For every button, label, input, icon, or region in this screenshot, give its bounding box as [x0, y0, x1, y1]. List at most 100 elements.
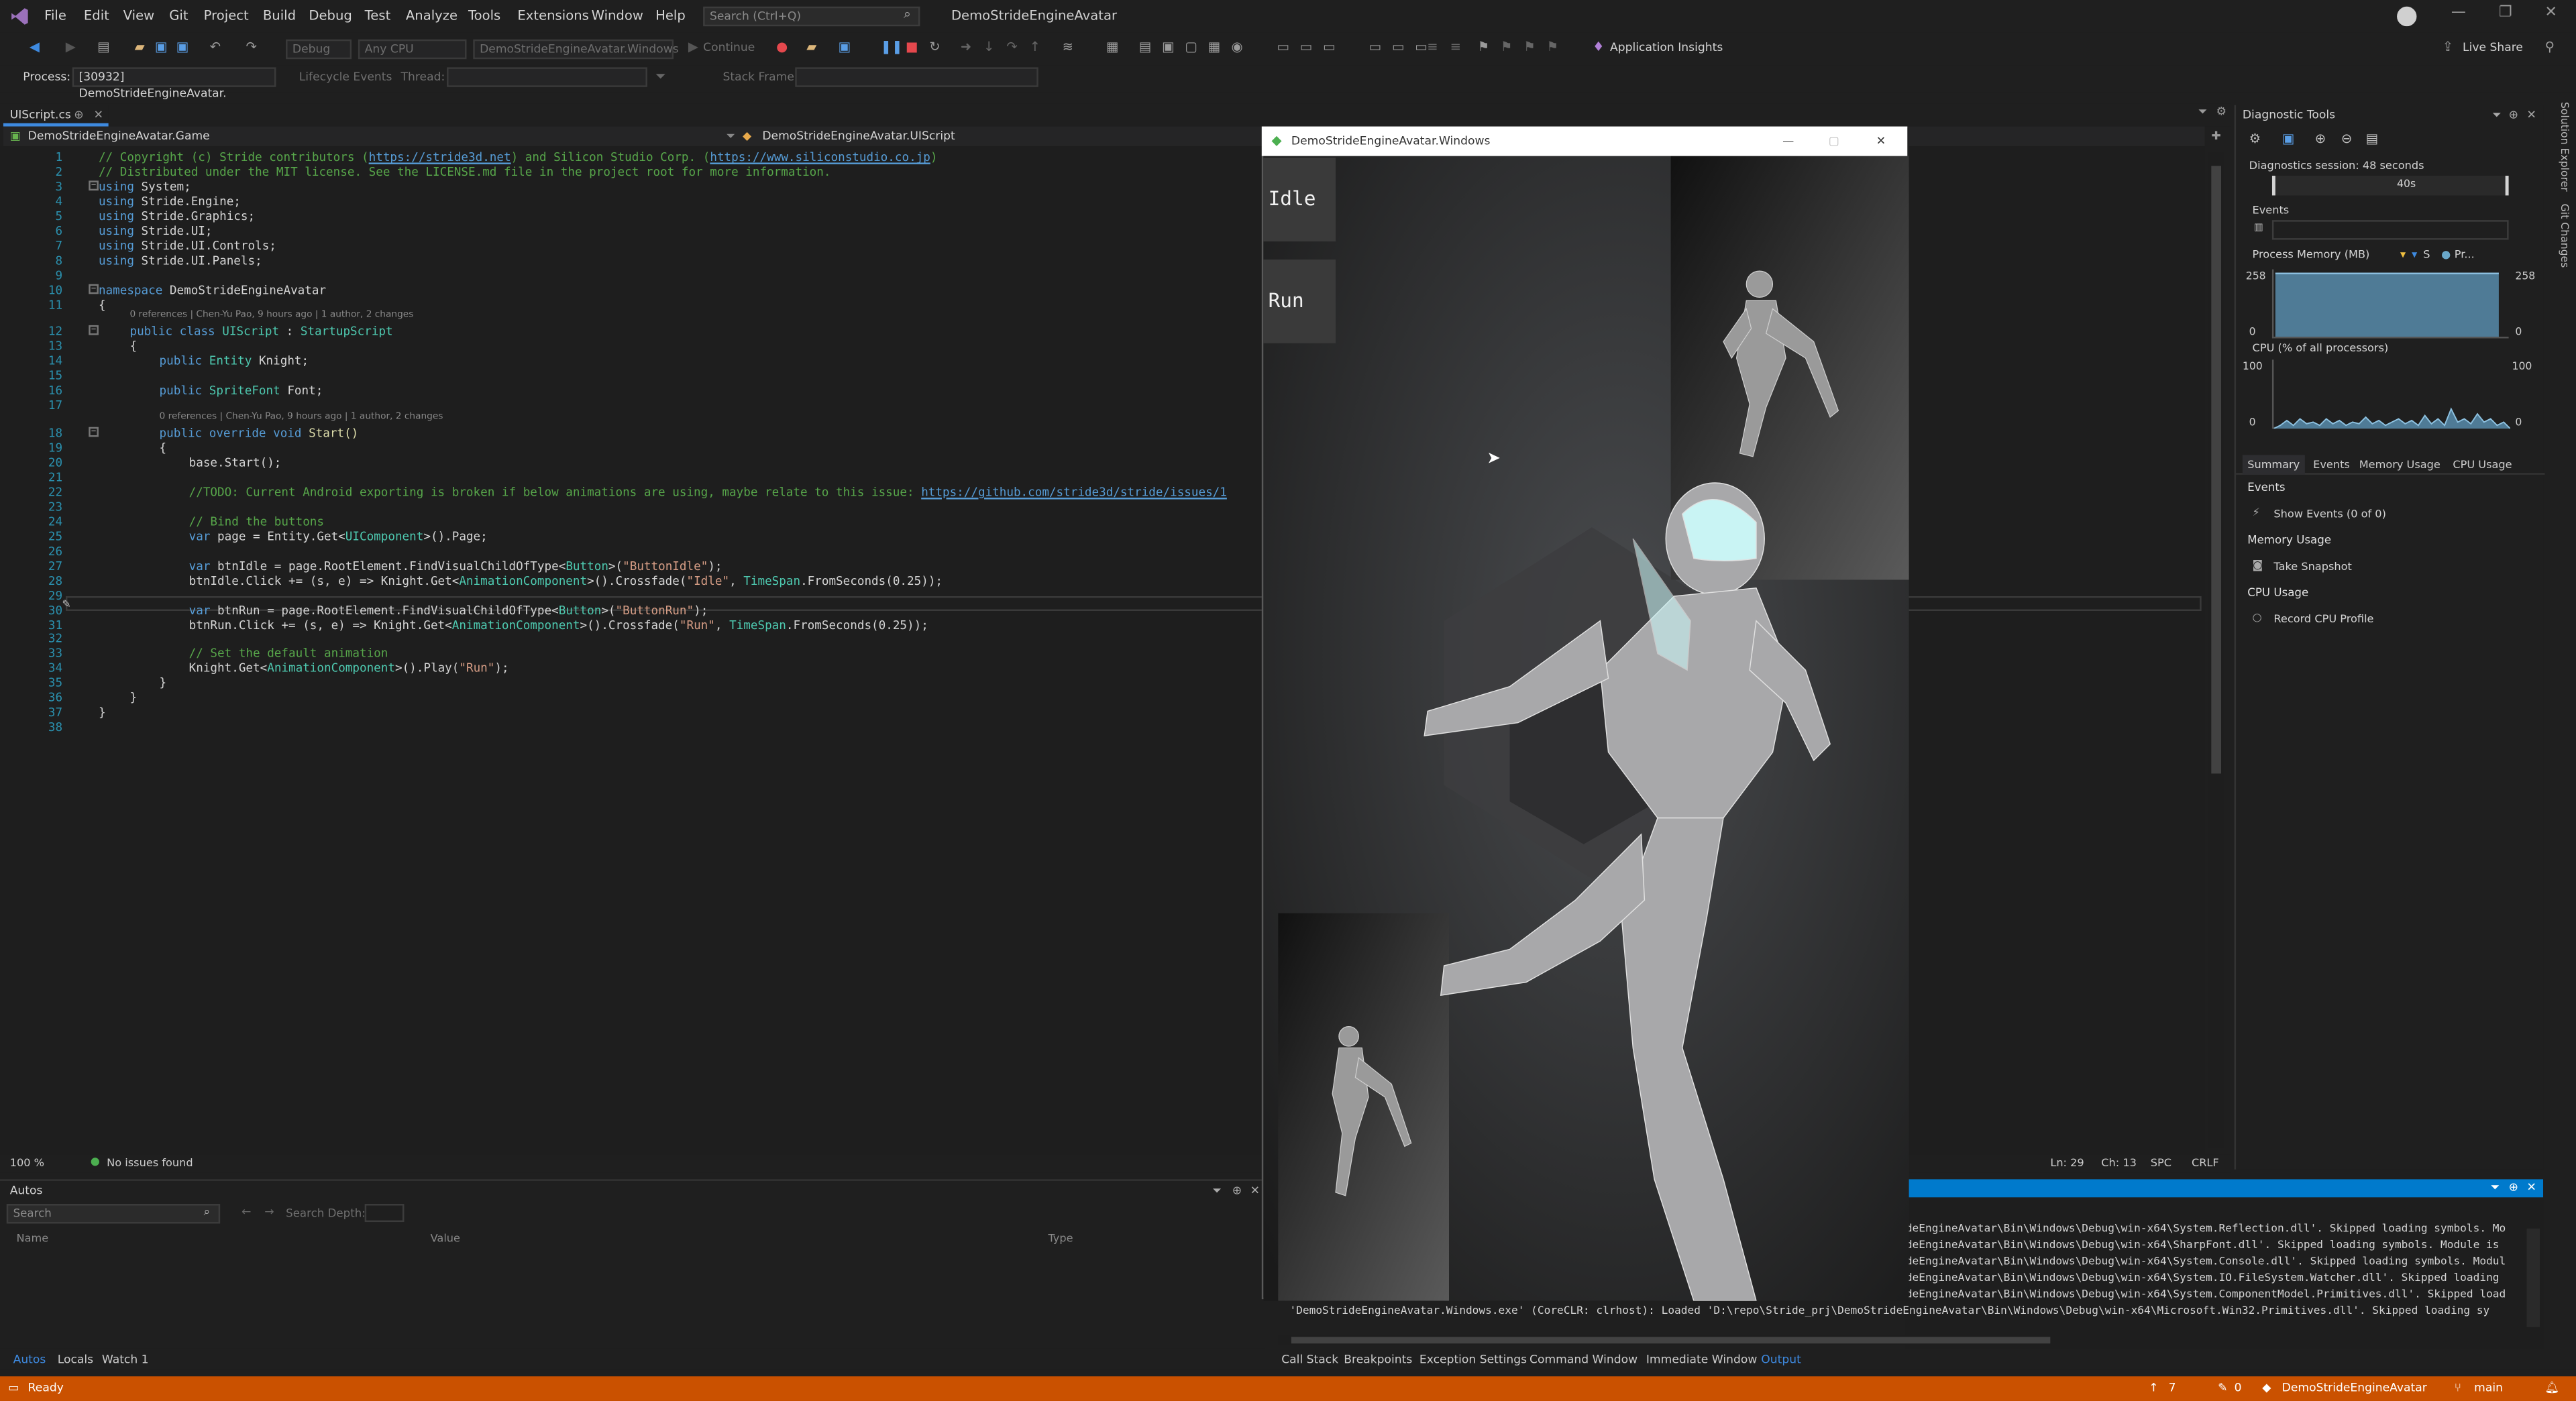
save-icon[interactable]: ▣	[153, 40, 169, 56]
issues-status[interactable]: No issues found	[107, 1156, 193, 1170]
memory-graph[interactable]	[2271, 269, 2509, 339]
filter-icon[interactable]: ⏷	[655, 69, 666, 85]
back-icon[interactable]: ◀	[26, 40, 42, 56]
code-line[interactable]: var page = Entity.Get<UIComponent>().Pag…	[189, 528, 488, 543]
chevron-down-icon[interactable]: ⏷	[726, 127, 735, 146]
menu-analyze[interactable]: Analyze	[406, 0, 458, 33]
menu-git[interactable]: Git	[169, 0, 188, 33]
tab-call-stack[interactable]: Call Stack	[1281, 1353, 1338, 1367]
code-line[interactable]: using System;	[99, 179, 191, 194]
nav-class[interactable]: DemoStrideEngineAvatar.UIScript	[762, 127, 955, 146]
menu-build[interactable]: Build	[263, 0, 296, 33]
output-close-icon[interactable]: ✕	[2527, 1181, 2536, 1194]
col-name[interactable]: Name	[16, 1232, 48, 1245]
side-tab-git-changes[interactable]: Git Changes	[2548, 204, 2571, 276]
new-item-icon[interactable]: ▤	[95, 40, 111, 56]
tab-memory-usage[interactable]: Memory Usage	[2359, 455, 2440, 474]
window-icon-4[interactable]: ▭	[1367, 40, 1383, 56]
zoom-in-icon[interactable]: ⊕	[2315, 131, 2326, 146]
code-line[interactable]: public SpriteFont Font;	[160, 383, 323, 398]
code-line[interactable]: // Distributed under the MIT license. Se…	[99, 164, 831, 179]
continue-icon[interactable]: ▶	[685, 40, 701, 56]
live-share-button[interactable]: Live Share	[2463, 41, 2523, 54]
menu-debug[interactable]: Debug	[309, 0, 352, 33]
code-line[interactable]: // Copyright (c) Stride contributors (ht…	[99, 150, 938, 164]
layout-icon-5[interactable]: ▦	[1206, 40, 1222, 56]
pencil-icon[interactable]: ✎	[2218, 1376, 2227, 1401]
hot-reload-icon[interactable]: ●	[773, 40, 790, 56]
side-tab-solution-explorer[interactable]: Solution Explorer	[2548, 102, 2571, 201]
output-pin-icon[interactable]: ⊕	[2509, 1181, 2518, 1194]
cursor-line[interactable]: Ln: 29	[2050, 1156, 2084, 1170]
diag-export-icon[interactable]: ▣	[2282, 131, 2295, 146]
split-editor-icon[interactable]: ✚	[2211, 129, 2220, 143]
thread-select[interactable]	[447, 67, 647, 87]
fold-toggle-icon[interactable]: −	[89, 180, 99, 190]
window-icon-5[interactable]: ▭	[1390, 40, 1406, 56]
output-dropdown-icon[interactable]: ⏷	[2491, 1181, 2500, 1196]
notifications-icon[interactable]: 🔔︎	[2544, 1376, 2559, 1401]
code-line[interactable]: {	[99, 296, 106, 311]
forward-icon[interactable]: ▶	[62, 40, 78, 56]
cpu-graph[interactable]	[2271, 359, 2511, 430]
code-line[interactable]: var btnRun = page.RootElement.FindVisual…	[189, 602, 708, 617]
code-line[interactable]: btnIdle.Click += (s, e) => Knight.Get<An…	[189, 573, 943, 587]
layout-icon-6[interactable]: ◉	[1229, 40, 1245, 56]
process-select[interactable]: [30932] DemoStrideEngineAvatar.	[72, 67, 276, 100]
memory-header[interactable]: Process Memory (MB)	[2253, 248, 2370, 262]
panel-dropdown-icon[interactable]: ⏷	[2492, 109, 2502, 123]
nav-project[interactable]: DemoStrideEngineAvatar.Game	[28, 127, 210, 146]
thread-icon[interactable]: ≋	[1060, 40, 1076, 56]
tab-autos[interactable]: Autos	[13, 1353, 46, 1367]
idle-button[interactable]: Idle	[1263, 158, 1336, 242]
step-out-icon[interactable]: ↑	[1027, 40, 1043, 56]
avatar[interactable]	[2397, 6, 2417, 27]
nav-forward-icon[interactable]: →	[264, 1206, 274, 1219]
undo-icon[interactable]: ↶	[207, 40, 223, 56]
diag-settings-icon[interactable]: ⚙	[2249, 131, 2261, 146]
fold-toggle-icon[interactable]: −	[89, 427, 99, 437]
bookmark-clear-icon[interactable]: ⚑	[1544, 40, 1560, 56]
redo-icon[interactable]: ↷	[243, 40, 259, 56]
take-snapshot-button[interactable]: Take Snapshot	[2273, 560, 2351, 573]
menu-extensions[interactable]: Extensions	[517, 0, 588, 33]
line-ending[interactable]: CRLF	[2192, 1156, 2219, 1170]
menu-file[interactable]: File	[44, 0, 66, 33]
screenshot-icon[interactable]: ▣	[837, 40, 853, 56]
tab-immediate-window[interactable]: Immediate Window	[1646, 1353, 1757, 1367]
code-line[interactable]: }	[99, 705, 106, 720]
code-line[interactable]: }	[160, 675, 167, 690]
search-depth-select[interactable]	[364, 1204, 405, 1223]
tab-exception-settings[interactable]: Exception Settings	[1419, 1353, 1527, 1367]
game-close-icon[interactable]: ✕	[1876, 127, 1886, 156]
zoom-out-icon[interactable]: ⊖	[2341, 131, 2352, 146]
code-line[interactable]: public class UIScript : StartupScript	[129, 325, 392, 339]
align-icon-1[interactable]: ≡	[1424, 40, 1440, 56]
panel-pin-icon[interactable]: ⊕	[2509, 109, 2518, 122]
stack-frame-select[interactable]	[795, 67, 1038, 87]
restart-icon[interactable]: ↻	[926, 40, 943, 56]
cpu-header[interactable]: CPU (% of all processors)	[2253, 341, 2389, 355]
menu-help[interactable]: Help	[655, 0, 686, 33]
code-line[interactable]: using Stride.UI.Panels;	[99, 252, 262, 267]
autos-close-icon[interactable]: ✕	[1250, 1184, 1260, 1198]
tab-watch1[interactable]: Watch 1	[102, 1353, 149, 1367]
search-box[interactable]: Search (Ctrl+Q)	[703, 6, 920, 27]
code-line[interactable]: // Set the default animation	[189, 646, 388, 661]
pause-icon[interactable]: ❚❚	[881, 40, 903, 56]
save-all-icon[interactable]: ▣	[174, 40, 191, 56]
branch-name[interactable]: main	[2474, 1376, 2503, 1401]
menu-view[interactable]: View	[123, 0, 154, 33]
close-tab-icon[interactable]: ✕	[94, 105, 103, 127]
code-line[interactable]: //TODO: Current Android exporting is bro…	[189, 484, 1227, 499]
layout-icon-3[interactable]: ▣	[1160, 40, 1176, 56]
code-line[interactable]: using Stride.Graphics;	[99, 209, 255, 223]
code-line[interactable]: using Stride.Engine;	[99, 194, 241, 209]
game-window[interactable]: Idle Run ➤	[1261, 126, 1909, 1301]
config-select[interactable]: Debug	[286, 39, 352, 60]
tab-overflow-icon[interactable]: ⏷	[2198, 105, 2208, 120]
tab-breakpoints[interactable]: Breakpoints	[1344, 1353, 1412, 1367]
tab-summary[interactable]: Summary	[2242, 455, 2305, 475]
align-icon-2[interactable]: ≡	[1448, 40, 1464, 56]
app-insights-icon[interactable]: ♦	[1591, 40, 1607, 56]
